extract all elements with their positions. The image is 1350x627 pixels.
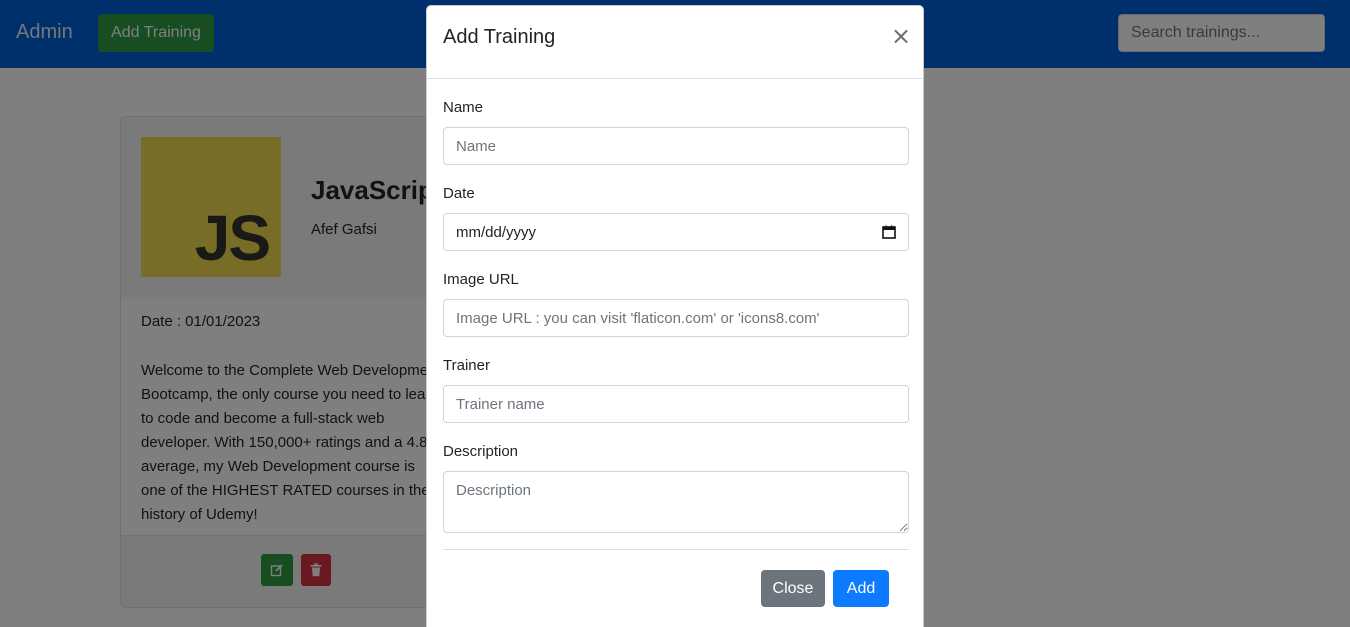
close-icon[interactable]: × [891, 24, 911, 48]
modal-header-divider [427, 78, 923, 79]
trainer-label: Trainer [443, 357, 490, 374]
date-placeholder: mm/dd/yyyy [456, 223, 537, 241]
trainer-input[interactable] [443, 385, 909, 423]
date-label: Date [443, 185, 475, 202]
calendar-icon[interactable] [882, 225, 896, 239]
modal-title: Add Training [443, 26, 556, 48]
image-url-input[interactable] [443, 299, 909, 337]
image-url-label: Image URL [443, 271, 519, 288]
add-button[interactable]: Add [833, 570, 889, 607]
description-label: Description [443, 443, 519, 460]
add-training-modal: Add Training × Name Date mm/dd/yyyy Imag… [426, 5, 924, 627]
description-textarea[interactable] [443, 471, 909, 533]
name-input[interactable] [443, 127, 909, 165]
modal-footer-divider [443, 549, 909, 550]
close-button[interactable]: Close [761, 570, 825, 607]
name-label: Name [443, 99, 484, 116]
date-input[interactable]: mm/dd/yyyy [443, 213, 909, 251]
